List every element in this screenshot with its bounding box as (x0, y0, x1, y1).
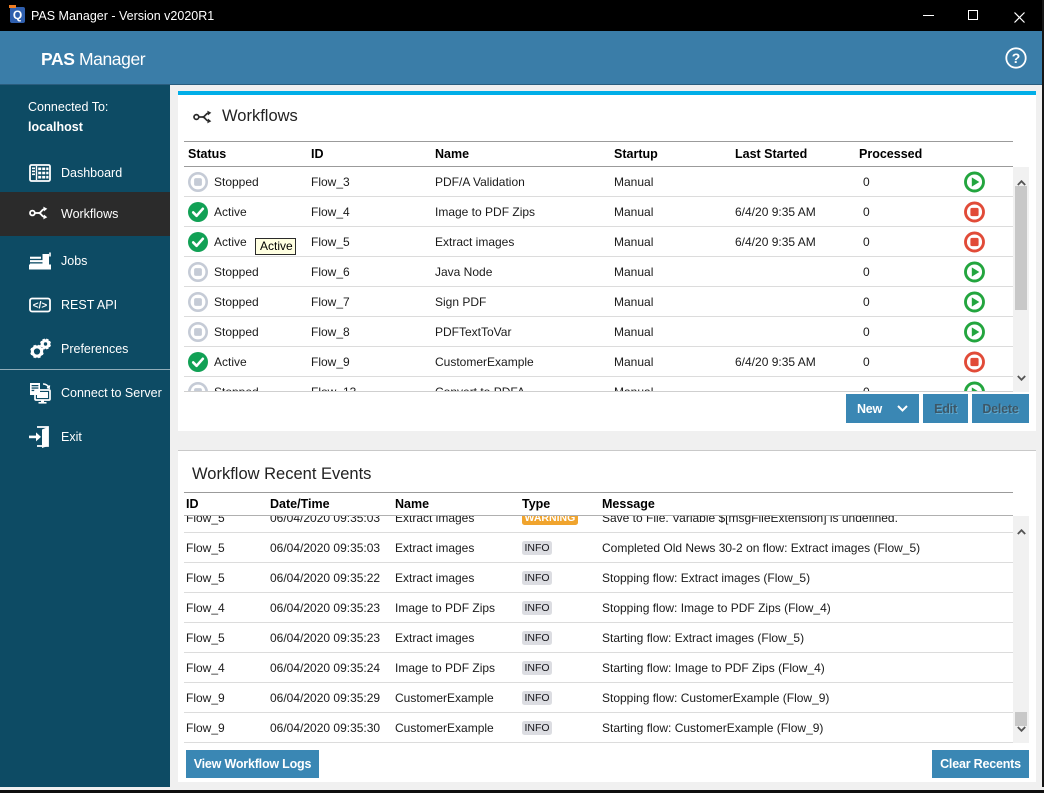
svg-text:?: ? (1012, 50, 1021, 66)
svg-text:</>: </> (33, 301, 48, 312)
